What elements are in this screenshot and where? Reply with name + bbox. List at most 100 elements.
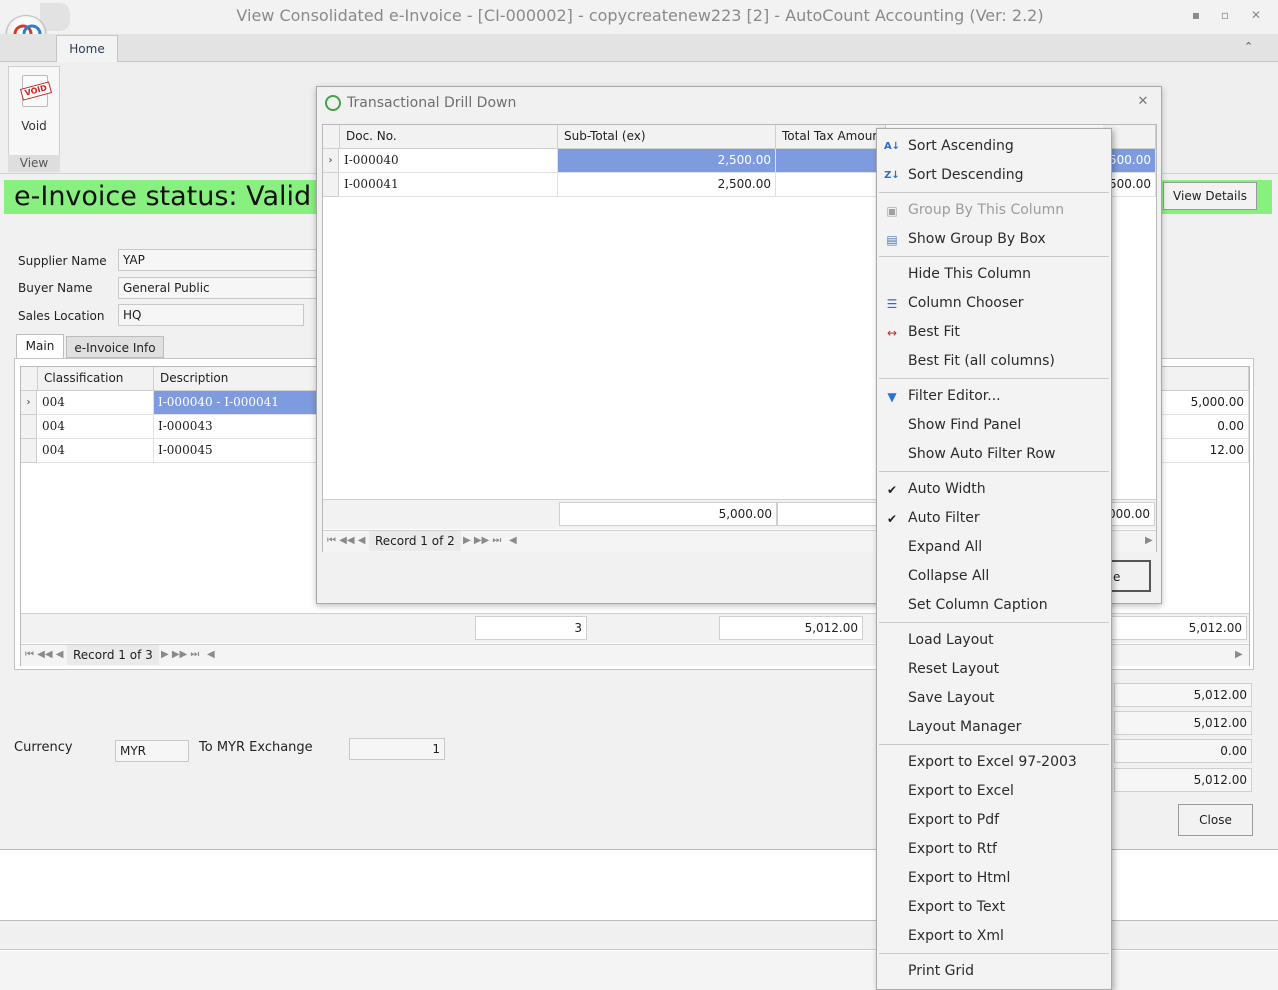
buyer-name-label: Buyer Name (18, 281, 93, 295)
menu-expand-all[interactable]: Expand All (877, 533, 1111, 562)
close-button[interactable]: Close (1178, 804, 1253, 836)
tab-main[interactable]: Main (16, 334, 64, 358)
ribbon-collapse-icon[interactable]: ⌃ (1244, 40, 1258, 54)
column-header-subtotal[interactable]: Sub-Total (ex) (558, 125, 776, 149)
menu-save-layout[interactable]: Save Layout (877, 684, 1111, 713)
cell-amount[interactable]: 0.00 (1161, 415, 1249, 439)
buyer-name-field[interactable]: General Public (118, 277, 318, 299)
void-stamp: VOID (19, 81, 53, 101)
cell-subtotal[interactable]: 2,500.00 (558, 149, 776, 173)
total-field-1: 5,012.00 (1114, 683, 1252, 707)
cell-classification[interactable]: 004 (38, 439, 154, 463)
group-by-column-icon: ▣ (886, 204, 898, 218)
menu-separator (879, 744, 1109, 745)
menu-sort-ascending[interactable]: A↓ Sort Ascending (877, 132, 1111, 161)
dialog-close-icon[interactable]: ✕ (1135, 94, 1151, 110)
ribbon-tab-strip (0, 34, 1278, 62)
filter-icon: ▼ (887, 390, 897, 404)
menu-reset-layout[interactable]: Reset Layout (877, 655, 1111, 684)
best-fit-icon: ↔ (886, 326, 898, 340)
sales-location-label: Sales Location (18, 309, 105, 323)
currency-field[interactable]: MYR (115, 740, 189, 762)
supplier-name-label: Supplier Name (18, 254, 107, 268)
menu-hide-column[interactable]: Hide This Column (877, 260, 1111, 289)
menu-collapse-all[interactable]: Collapse All (877, 562, 1111, 591)
cell-doc-no[interactable]: I-000040 (340, 149, 558, 173)
scroll-right-icon[interactable]: ▶ (1145, 531, 1153, 551)
scroll-left-icon[interactable]: ◀ (207, 645, 215, 665)
menu-filter-editor[interactable]: ▼ Filter Editor... (877, 382, 1111, 411)
menu-show-auto-filter-row[interactable]: Show Auto Filter Row (877, 440, 1111, 469)
ribbon-group-label: View (8, 155, 60, 172)
tab-home[interactable]: Home (56, 35, 118, 63)
menu-separator (879, 256, 1109, 257)
menu-separator (879, 471, 1109, 472)
cell-doc-no[interactable]: I-000041 (340, 173, 558, 197)
column-header-doc-no[interactable]: Doc. No. (340, 125, 558, 149)
column-header-total-tax[interactable]: Total Tax Amour (776, 125, 886, 149)
record-indicator: Record 1 of 3 (67, 645, 159, 665)
minimize-button[interactable]: ▪ (1186, 6, 1206, 24)
menu-load-layout[interactable]: Load Layout (877, 626, 1111, 655)
supplier-name-field[interactable]: YAP (118, 249, 318, 271)
menu-print-grid[interactable]: Print Grid (877, 957, 1111, 986)
menu-export-rtf[interactable]: Export to Rtf (877, 835, 1111, 864)
title-bar: View Consolidated e-Invoice - [CI-000002… (0, 0, 1278, 32)
scroll-left-icon[interactable]: ◀ (509, 531, 517, 551)
cell-subtotal[interactable]: 2,500.00 (558, 173, 776, 197)
total-field-2: 5,012.00 (1114, 711, 1252, 735)
footer-right-total: 5,012.00 (1111, 616, 1247, 640)
drill-down-icon (325, 95, 341, 111)
menu-sort-descending[interactable]: Z↓ Sort Descending (877, 161, 1111, 190)
cell-description[interactable]: I-000045 (154, 439, 318, 463)
sales-location-field[interactable]: HQ (118, 304, 304, 326)
menu-export-pdf[interactable]: Export to Pdf (877, 806, 1111, 835)
menu-show-find-panel[interactable]: Show Find Panel (877, 411, 1111, 440)
menu-best-fit[interactable]: ↔ Best Fit (877, 318, 1111, 347)
scroll-right-icon[interactable]: ▶ (1235, 645, 1243, 665)
cell-description[interactable]: I-000043 (154, 415, 318, 439)
menu-set-column-caption[interactable]: Set Column Caption (877, 591, 1111, 620)
void-button[interactable]: VOID Void (9, 67, 59, 153)
menu-export-text[interactable]: Export to Text (877, 893, 1111, 922)
exchange-rate-field[interactable]: 1 (349, 738, 445, 760)
checkmark-icon: ✔ (886, 512, 898, 526)
grid-corner (323, 125, 340, 149)
row-indicator (21, 439, 37, 463)
menu-export-html[interactable]: Export to Html (877, 864, 1111, 893)
nav-next-icon[interactable]: ▶ ▶▶ ⏭ (463, 531, 501, 551)
menu-auto-filter[interactable]: ✔ Auto Filter (877, 504, 1111, 533)
column-header-description[interactable]: Description (154, 367, 318, 391)
cell-classification[interactable]: 004 (38, 415, 154, 439)
view-details-button[interactable]: View Details (1163, 182, 1257, 210)
dialog-close-button[interactable]: e (1107, 560, 1151, 592)
close-window-button[interactable]: ✕ (1246, 6, 1266, 24)
menu-separator (879, 378, 1109, 379)
window-title: View Consolidated e-Invoice - [CI-000002… (236, 6, 1044, 25)
column-header-amount[interactable] (1161, 367, 1249, 391)
cell-total-tax[interactable] (776, 173, 886, 197)
menu-best-fit-all[interactable]: Best Fit (all columns) (877, 347, 1111, 376)
cell-description[interactable]: I-000040 - I-000041 (154, 391, 318, 415)
cell-amount[interactable]: 12.00 (1161, 439, 1249, 463)
menu-group-by-column[interactable]: ▣ Group By This Column (877, 196, 1111, 225)
menu-column-chooser[interactable]: ☰ Column Chooser (877, 289, 1111, 318)
tab-einvoice-info[interactable]: e-Invoice Info (66, 336, 164, 358)
menu-export-excel[interactable]: Export to Excel (877, 777, 1111, 806)
menu-export-xml[interactable]: Export to Xml (877, 922, 1111, 951)
currency-label: Currency (14, 740, 73, 755)
nav-first-icon[interactable]: ⏮ ◀◀ ◀ (327, 531, 365, 551)
nav-first-icon[interactable]: ⏮ ◀◀ ◀ (25, 645, 63, 665)
menu-auto-width[interactable]: ✔ Auto Width (877, 475, 1111, 504)
maximize-button[interactable]: ▫ (1215, 6, 1235, 24)
menu-layout-manager[interactable]: Layout Manager (877, 713, 1111, 742)
column-chooser-icon: ☰ (886, 297, 898, 311)
cell-classification[interactable]: 004 (38, 391, 154, 415)
cell-amount[interactable]: 5,000.00 (1161, 391, 1249, 415)
column-header-classification[interactable]: Classification (38, 367, 154, 391)
menu-export-excel-97[interactable]: Export to Excel 97-2003 (877, 748, 1111, 777)
cell-total-tax[interactable] (776, 149, 886, 173)
nav-next-icon[interactable]: ▶ ▶▶ ⏭ (161, 645, 199, 665)
menu-show-group-by-box[interactable]: ▤ Show Group By Box (877, 225, 1111, 254)
einvoice-status-text: e-Invoice status: Valid (14, 181, 312, 212)
